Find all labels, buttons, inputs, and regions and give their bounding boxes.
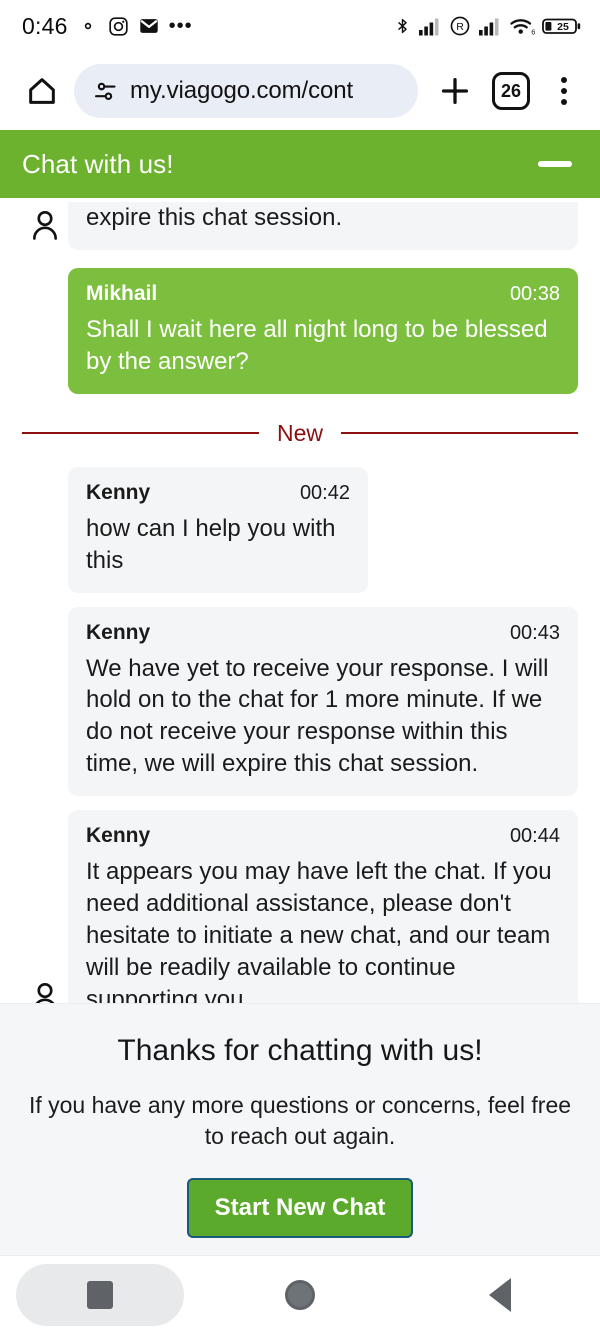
avatar-slot-top (22, 202, 68, 244)
site-settings-tune-icon[interactable] (92, 78, 119, 105)
chat-sender-name: Kenny (86, 620, 151, 644)
home-button[interactable] (14, 74, 70, 108)
chat-bubble-text: expire this chat session. (86, 204, 343, 231)
signal-bars-icon (418, 16, 442, 36)
home-button-nav[interactable] (216, 1264, 384, 1326)
chat-bubble-agent: Kenny 00:42 how can I help you with this (68, 466, 368, 593)
svg-text:R: R (456, 21, 464, 33)
instagram-icon (108, 16, 129, 37)
chat-bubble-text: It appears you may have left the chat. I… (86, 858, 552, 1003)
chat-message-kenny-1: Kenny 00:42 how can I help you with this (22, 466, 578, 593)
chat-message-kenny-2: Kenny 00:43 We have yet to receive your … (22, 606, 578, 797)
chat-bubble-agent: Kenny 00:43 We have yet to receive your … (68, 606, 578, 797)
back-button[interactable] (416, 1264, 584, 1326)
tab-count-label: 26 (500, 80, 522, 101)
chat-timestamp: 00:38 (509, 282, 560, 305)
status-bar: 0:46 ••• R 6 25 (0, 0, 600, 52)
battery-icon: 25 (542, 15, 582, 37)
chat-sender-name: Mikhail (86, 281, 158, 305)
recents-button[interactable] (16, 1263, 184, 1326)
chat-bubble-text: how can I help you with this (86, 514, 336, 574)
start-new-chat-button[interactable]: Start New Chat (186, 1178, 414, 1239)
android-nav-bar (0, 1255, 600, 1333)
signal-bars-2-icon (478, 16, 502, 36)
chat-message-kenny-3: Kenny 00:44 It appears you may have left… (22, 810, 578, 1003)
back-triangle-icon (489, 1277, 511, 1312)
divider-label: New (277, 419, 324, 446)
status-bar-left: 0:46 ••• (22, 13, 193, 40)
settings-gear-notification-icon (77, 15, 99, 37)
chat-bubble-agent: Kenny 00:44 It appears you may have left… (68, 810, 578, 1003)
new-messages-divider: New (22, 419, 579, 447)
browser-menu-button[interactable] (542, 77, 586, 105)
status-bar-clock: 0:46 (22, 12, 68, 39)
person-avatar-icon (28, 208, 62, 244)
person-avatar-icon (28, 980, 62, 1003)
three-dot-menu-icon-dot2 (561, 88, 567, 94)
chat-message-partial: expire this chat session. (22, 202, 578, 250)
chat-bubble-text: We have yet to receive your response. I … (86, 654, 549, 778)
three-dot-menu-icon (561, 77, 567, 83)
more-notifications-icon: ••• (168, 15, 193, 37)
thanks-heading: Thanks for chatting with us! (117, 1034, 483, 1067)
new-tab-button[interactable] (424, 73, 486, 109)
divider-line-right (341, 432, 579, 435)
chat-message-list[interactable]: expire this chat session. Mikhail 00:38 … (0, 198, 600, 1003)
browser-toolbar: my.viagogo.com/cont 26 (0, 52, 600, 130)
chat-timestamp: 00:42 (299, 481, 350, 504)
chat-sender-name: Kenny (86, 480, 151, 504)
status-bar-right: R 6 25 (394, 15, 582, 37)
plus-icon (437, 73, 473, 109)
gmail-envelope-icon (138, 15, 160, 37)
chat-sender-name: Kenny (86, 824, 151, 848)
wifi-6-icon: 6 (509, 15, 535, 37)
chat-message-mikhail: Mikhail 00:38 Shall I wait here all nigh… (22, 267, 578, 394)
home-icon (25, 74, 59, 108)
chat-bubble-own: Mikhail 00:38 Shall I wait here all nigh… (68, 267, 578, 394)
chat-header-title: Chat with us! (22, 148, 174, 179)
thanks-subtext: If you have any more questions or concer… (28, 1092, 572, 1150)
chat-bubble-header: Mikhail 00:38 (86, 282, 560, 306)
chat-bubble-header: Kenny 00:44 (86, 824, 560, 848)
chat-widget-header: Chat with us! (0, 130, 600, 198)
chat-bubble-partial: expire this chat session. (68, 202, 578, 250)
chat-timestamp: 00:44 (509, 825, 560, 848)
tab-switcher-button[interactable]: 26 (492, 72, 530, 110)
url-bar[interactable]: my.viagogo.com/cont (74, 64, 418, 118)
avatar-slot-bottom (22, 980, 68, 1003)
svg-text:6: 6 (531, 27, 535, 36)
bluetooth-icon (394, 15, 411, 37)
minimize-icon[interactable] (538, 161, 572, 167)
divider-line-left (22, 432, 259, 435)
chat-end-panel: Thanks for chatting with us! If you have… (0, 1003, 600, 1255)
battery-level-text: 25 (557, 21, 569, 33)
home-circle-icon (285, 1279, 315, 1310)
chat-bubble-header: Kenny 00:43 (86, 621, 560, 645)
three-dot-menu-icon-dot3 (561, 99, 567, 105)
url-text: my.viagogo.com/cont (130, 77, 354, 104)
chat-bubble-header: Kenny 00:42 (86, 481, 350, 505)
phone-screen: 0:46 ••• R 6 25 my.viagogo.com/cont 26 C… (0, 0, 600, 1333)
roaming-r-icon: R (449, 15, 471, 37)
recents-square-icon (87, 1280, 113, 1309)
chat-bubble-text: Shall I wait here all night long to be b… (86, 315, 548, 375)
chat-timestamp: 00:43 (509, 621, 560, 644)
